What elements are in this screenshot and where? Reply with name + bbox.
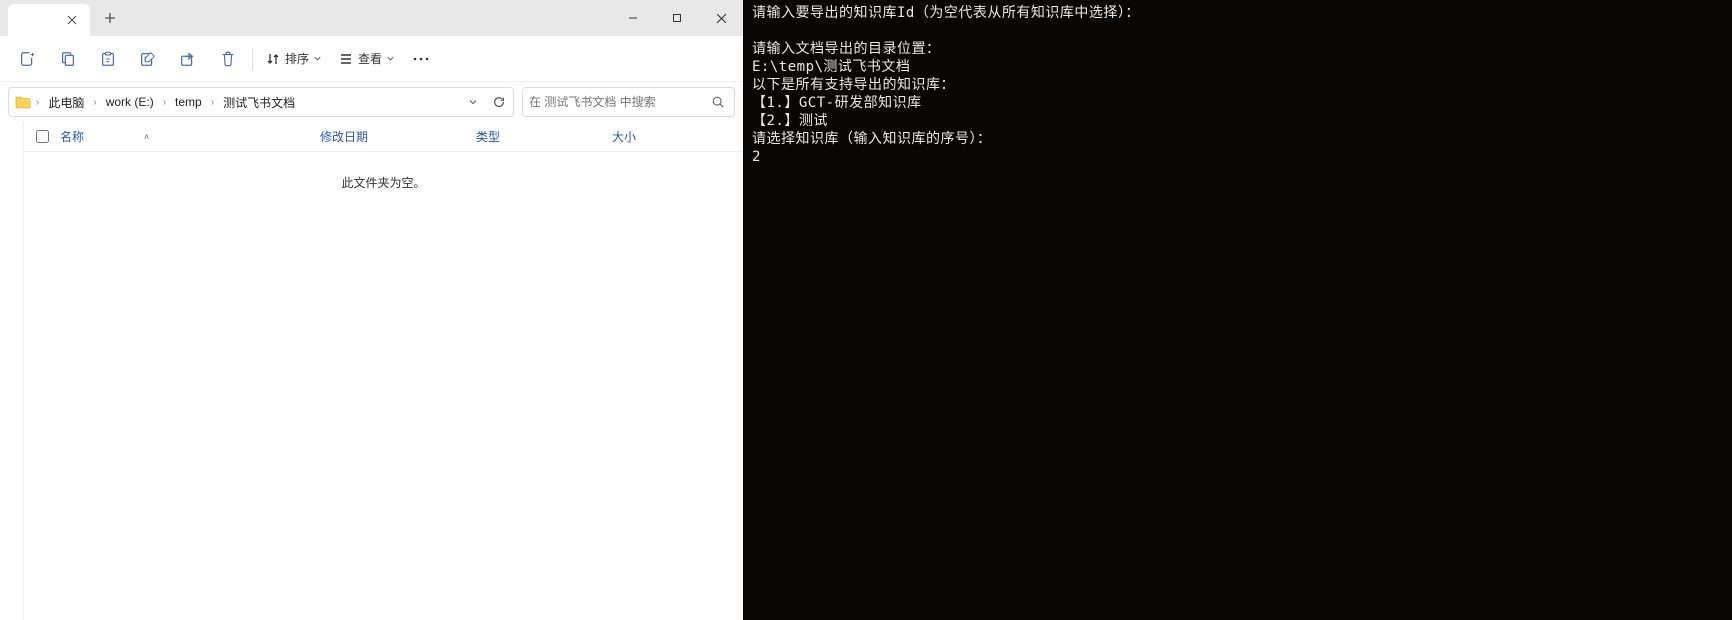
select-all-checkbox[interactable] [36,130,49,143]
view-label: 查看 [358,50,382,67]
breadcrumb-item[interactable]: 此电脑 [44,92,88,113]
chevron-right-icon: › [35,97,40,108]
terminal-line: 以下是所有支持导出的知识库： [752,77,955,93]
copy-icon [59,50,77,68]
breadcrumb-item[interactable]: work (E:) [102,93,158,111]
copy-button[interactable] [48,41,88,77]
plus-icon [104,12,116,24]
refresh-icon [492,95,506,109]
terminal-line: 请选择知识库（输入知识库的序号）： [752,131,992,147]
minimize-button[interactable] [611,0,655,36]
sort-button[interactable]: 排序 [257,41,330,77]
tab-close-button[interactable] [64,12,80,28]
search-input[interactable] [529,95,708,109]
column-date-header[interactable]: 修改日期 [320,128,476,145]
new-tab-button[interactable] [96,4,124,32]
view-icon [338,51,354,67]
sort-icon [265,51,281,67]
column-headers: 名称 ˄ 修改日期 类型 大小 [24,122,743,152]
titlebar [0,0,743,36]
chevron-right-icon: › [162,97,167,108]
close-window-button[interactable] [699,0,743,36]
tabstrip [0,0,124,36]
empty-folder-message: 此文件夹为空。 [24,152,743,213]
new-item-button[interactable] [8,41,48,77]
terminal-line: 【2.】测试 [752,113,828,129]
chevron-down-icon [386,54,395,63]
breadcrumb-item[interactable]: temp [171,93,206,111]
tab-current[interactable] [8,4,90,36]
share-icon [179,50,197,68]
nav-sidebar[interactable] [0,122,24,620]
trash-icon [219,50,237,68]
view-button[interactable]: 查看 [330,41,403,77]
content-area: 名称 ˄ 修改日期 类型 大小 此文件夹为空。 [0,122,743,620]
terminal-line: 请输入要导出的知识库Id（为空代表从所有知识库中选择）： [752,5,1140,21]
toolbar: 排序 查看 [0,36,743,82]
search-icon [708,95,728,109]
column-name-label: 名称 [60,128,84,145]
breadcrumb-bar[interactable]: › 此电脑 › work (E:) › temp › 测试飞书文档 [8,87,514,117]
search-box[interactable] [522,87,735,117]
address-history-button[interactable] [463,97,483,107]
column-name-header[interactable]: 名称 ˄ [60,128,320,145]
maximize-button[interactable] [655,0,699,36]
chevron-down-icon [313,54,322,63]
maximize-icon [672,13,682,23]
ellipsis-icon [413,57,429,61]
address-bar-row: › 此电脑 › work (E:) › temp › 测试飞书文档 [0,82,743,122]
folder-icon [15,95,31,109]
paste-icon [99,50,117,68]
file-explorer-window: 排序 查看 › 此电脑 › work (E:) › [0,0,744,620]
more-button[interactable] [403,41,439,77]
chevron-down-icon [468,97,478,107]
refresh-button[interactable] [487,95,511,109]
column-size-header[interactable]: 大小 [612,128,702,145]
chevron-right-icon: › [210,97,215,108]
paste-button[interactable] [88,41,128,77]
rename-icon [139,50,157,68]
window-controls [611,0,743,36]
close-icon [67,15,77,25]
share-button[interactable] [168,41,208,77]
delete-button[interactable] [208,41,248,77]
terminal-line: 【1.】GCT-研发部知识库 [752,95,922,111]
terminal-window[interactable]: 请输入要导出的知识库Id（为空代表从所有知识库中选择）： 请输入文档导出的目录位… [744,0,1732,620]
minimize-icon [628,13,638,23]
terminal-line: 请输入文档导出的目录位置： [752,41,941,57]
file-list: 名称 ˄ 修改日期 类型 大小 此文件夹为空。 [24,122,743,620]
terminal-line: 2 [752,149,761,165]
breadcrumb-item[interactable]: 测试飞书文档 [219,92,299,113]
new-icon [19,50,37,68]
close-icon [716,13,727,24]
sort-label: 排序 [285,50,309,67]
chevron-right-icon: › [92,97,97,108]
rename-button[interactable] [128,41,168,77]
column-type-header[interactable]: 类型 [476,128,612,145]
terminal-line: E:\temp\测试飞书文档 [752,59,910,75]
sort-indicator-icon: ˄ [144,132,149,142]
